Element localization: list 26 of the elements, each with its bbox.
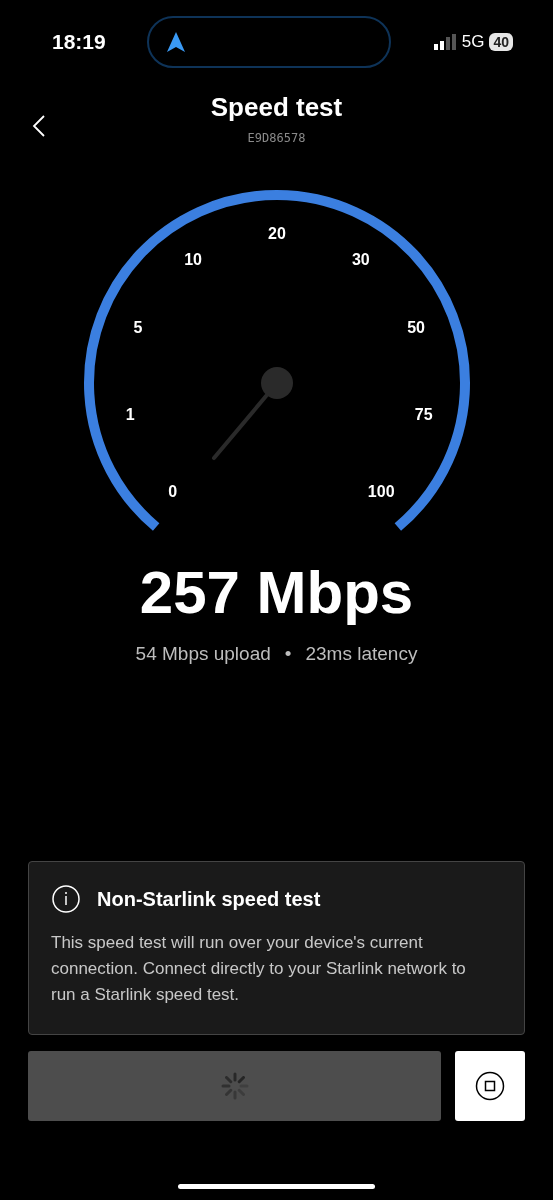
signal-icon (433, 34, 456, 50)
gauge-tick-label: 75 (414, 406, 433, 424)
gauge-tick-label: 5 (133, 318, 143, 336)
network-type: 5G (461, 32, 485, 52)
latency: 23ms latency (305, 643, 418, 665)
gauge-tick-label: 1 (125, 406, 135, 424)
gauge-tick-label: 0 (168, 482, 178, 500)
battery-level: 40 (489, 33, 513, 51)
gauge-tick-label: 50 (407, 318, 425, 336)
upload-speed: 54 Mbps upload (135, 643, 271, 665)
gauge-tick-label: 100 (367, 482, 395, 500)
status-time: 18:19 (52, 30, 107, 54)
back-icon[interactable] (32, 114, 46, 138)
stop-button[interactable] (455, 1051, 525, 1121)
card-body: This speed test will run over your device's current connection. Connect directly to your Starlink network to run a Starlink speed test. (51, 932, 467, 1006)
device-id: E9D86578 (247, 131, 306, 145)
info-icon (51, 884, 81, 914)
download-speed: 257 Mbps (138, 558, 415, 627)
page-title: Speed test (210, 92, 343, 123)
navigation-arrow-icon (167, 32, 185, 52)
separator-dot: • (284, 643, 292, 665)
gauge-tick-label: 20 (268, 225, 286, 242)
gauge-tick-label: 10 (184, 250, 202, 268)
card-title: Non-Starlink speed test (97, 887, 321, 911)
stop-icon (475, 1071, 505, 1101)
gauge-tick-label: 30 (352, 250, 370, 268)
